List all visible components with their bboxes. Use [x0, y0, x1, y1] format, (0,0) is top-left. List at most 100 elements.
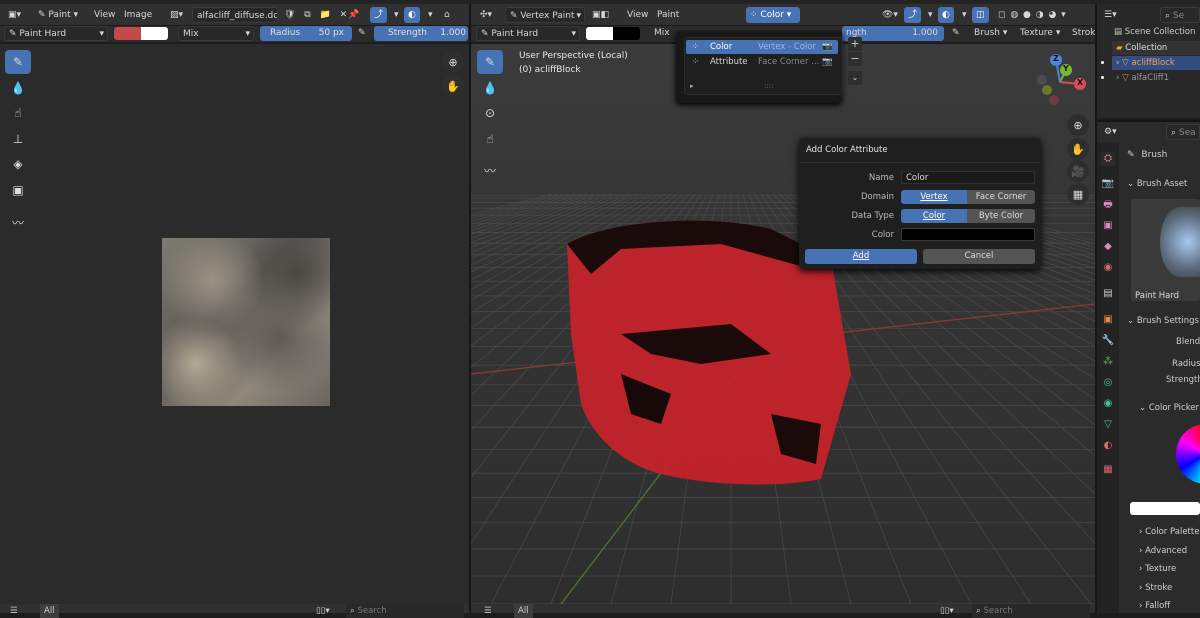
- camera-view-icon[interactable]: 🎥: [1067, 160, 1089, 182]
- navigation-gizmo[interactable]: X Y Z: [1030, 52, 1092, 114]
- viewport-smear-tool[interactable]: ☝: [477, 127, 503, 151]
- viewport-footer-view-icon[interactable]: ▯▯▾: [940, 604, 954, 618]
- ortho-grid-icon[interactable]: ▦: [1067, 183, 1089, 205]
- color-swatch[interactable]: [901, 228, 1035, 241]
- blend-mode-dropdown[interactable]: Mix ▾: [178, 26, 254, 41]
- render-tab-icon[interactable]: 📷: [1101, 177, 1115, 191]
- viewport-blend-dropdown[interactable]: Mix: [650, 26, 674, 41]
- attribute-row-color[interactable]: ⁘ Color Vertex - Color 📷: [686, 40, 838, 54]
- falloff-panel[interactable]: › Falloff: [1139, 601, 1170, 611]
- color-palette-panel[interactable]: › Color Palette: [1139, 527, 1199, 537]
- gizmo-icon[interactable]: ⤴: [904, 7, 922, 23]
- object-row-alfacliff1[interactable]: › ▽ alfaCliff1: [1112, 71, 1200, 85]
- stroke-panel[interactable]: › Stroke: [1139, 583, 1172, 593]
- viewport-view-menu[interactable]: View: [623, 7, 652, 23]
- material-tab-icon[interactable]: ◐: [1101, 439, 1115, 453]
- viewport-3d[interactable]: [471, 44, 1095, 604]
- object-row-acliffblock[interactable]: › ▽ acliffBlock: [1112, 56, 1200, 70]
- view-object-types-icon[interactable]: 👁▾: [878, 7, 902, 23]
- viewport-footer-all[interactable]: All: [514, 604, 533, 618]
- viewport-annotate-tool[interactable]: 〰: [477, 158, 503, 182]
- left-footer-all[interactable]: All: [40, 604, 59, 618]
- viewport-blur-tool[interactable]: 💧: [477, 76, 503, 100]
- left-footer-search[interactable]: ⌕ Search: [346, 604, 464, 618]
- brush-selector[interactable]: ✎ Paint Hard ▾: [4, 26, 108, 41]
- brush-asset-panel[interactable]: ⌄ Brush Asset: [1127, 179, 1187, 189]
- datatype-color-option[interactable]: Color: [901, 209, 967, 223]
- smear-tool[interactable]: ☝: [5, 101, 31, 125]
- pressure-radius-icon[interactable]: ✎: [354, 26, 370, 41]
- draw-tool[interactable]: ✎: [5, 50, 31, 74]
- paint-mode-button[interactable]: ✎ Paint ▾: [34, 7, 82, 23]
- advanced-panel[interactable]: › Advanced: [1139, 546, 1187, 556]
- outliner-display-mode[interactable]: ☰▾: [1100, 7, 1121, 23]
- overlays-dropdown[interactable]: ▾: [958, 7, 971, 23]
- editor-type-button[interactable]: ▣▾: [4, 7, 25, 23]
- particles-tab-icon[interactable]: ⁂: [1101, 355, 1115, 369]
- modifier-tab-icon[interactable]: 🔧: [1101, 334, 1115, 348]
- clone-tool[interactable]: ⊥: [5, 127, 31, 151]
- add-button[interactable]: Add: [805, 249, 917, 264]
- outliner-search[interactable]: ⌕ Se: [1160, 7, 1200, 23]
- viewport-average-tool[interactable]: ⊙: [477, 101, 503, 125]
- image-browse-button[interactable]: ▨▾: [166, 7, 187, 23]
- value-slider[interactable]: [1130, 502, 1200, 515]
- shading-modes[interactable]: ◻ ◍ ● ◑ ◕ ▾: [994, 7, 1071, 23]
- add-attribute-button[interactable]: +: [848, 37, 862, 51]
- viewport-paint-menu[interactable]: Paint: [653, 7, 683, 23]
- overlays-icon[interactable]: ◐: [938, 7, 954, 23]
- datatype-byte-color-option[interactable]: Byte Color: [967, 209, 1035, 223]
- render-camera-icon[interactable]: 📷: [822, 55, 833, 69]
- texture-menu[interactable]: Texture ▾: [1016, 26, 1064, 41]
- left-footer-view-icon[interactable]: ▯▯▾: [316, 604, 330, 618]
- collection-row[interactable]: ▰ Collection: [1112, 41, 1200, 55]
- domain-vertex-option[interactable]: Vertex: [901, 190, 967, 204]
- xray-icon[interactable]: ◫: [972, 7, 989, 23]
- viewport-pressure-icon[interactable]: ✎: [948, 26, 964, 41]
- brush-settings-panel[interactable]: ⌄ Brush Settings: [1127, 316, 1199, 326]
- primary-color-swatch[interactable]: [114, 27, 141, 40]
- paint-mask-icon[interactable]: ⤴: [370, 7, 388, 23]
- image-menu[interactable]: Image: [120, 7, 156, 23]
- tool-tab-icon[interactable]: ⛭: [1101, 152, 1115, 166]
- overlay-dropdown-icon[interactable]: ▾: [424, 7, 437, 23]
- physics-tab-icon[interactable]: ◎: [1101, 376, 1115, 390]
- popup-expand-arrow[interactable]: ▸: [690, 82, 694, 90]
- name-field[interactable]: Color: [901, 171, 1035, 184]
- popup-resize-grip[interactable]: ::::: [764, 82, 773, 90]
- color-picker-panel[interactable]: ⌄ Color Picker: [1139, 403, 1199, 413]
- viewport-pan-icon[interactable]: ✋: [1067, 138, 1089, 160]
- brush-menu[interactable]: Brush ▾: [970, 26, 1011, 41]
- view-layer-tab-icon[interactable]: ▣: [1101, 219, 1115, 233]
- world-tab-icon[interactable]: ◉: [1101, 261, 1115, 275]
- gizmo-toggle-icon[interactable]: ⌂: [440, 7, 454, 23]
- annotate-tool[interactable]: 〰: [5, 210, 31, 234]
- viewport-zoom-icon[interactable]: ⊕: [1067, 114, 1089, 136]
- fill-tool[interactable]: ◈: [5, 152, 31, 176]
- mode-dropdown[interactable]: ✎ Vertex Paint ▾: [505, 7, 585, 23]
- zoom-icon[interactable]: ⊕: [442, 51, 464, 73]
- image-name-field[interactable]: alfacliff_diffuse.dds: [192, 7, 278, 23]
- mask-tool[interactable]: ▣: [5, 178, 31, 202]
- attribute-specials-button[interactable]: ⌄: [848, 71, 862, 85]
- render-camera-icon[interactable]: 📷: [822, 40, 833, 54]
- soften-tool[interactable]: 💧: [5, 76, 31, 100]
- pin-icon[interactable]: 📌: [344, 7, 363, 23]
- properties-search[interactable]: ⌕ Sea: [1166, 124, 1200, 140]
- remove-attribute-button[interactable]: −: [848, 52, 862, 66]
- output-tab-icon[interactable]: 🖶: [1101, 198, 1115, 212]
- properties-editor-type[interactable]: ⚙▾: [1100, 124, 1121, 140]
- overlay-icon[interactable]: ◐: [404, 7, 420, 23]
- left-footer-menu-icon[interactable]: ☰: [10, 604, 18, 618]
- viewport-draw-tool[interactable]: ✎: [477, 50, 503, 74]
- color-attribute-dropdown[interactable]: ⁘ Color ▾: [746, 7, 800, 23]
- viewport-footer-menu-icon[interactable]: ☰: [484, 604, 492, 618]
- view-menu[interactable]: View: [90, 7, 119, 23]
- texture-tab-icon[interactable]: ▦: [1101, 463, 1115, 477]
- viewport-footer-search[interactable]: ⌕ Search: [972, 604, 1090, 618]
- data-tab-icon[interactable]: ▽: [1101, 418, 1115, 432]
- gizmo-dropdown[interactable]: ▾: [924, 7, 937, 23]
- scene-tab-icon[interactable]: ◆: [1101, 240, 1115, 254]
- object-tab-icon[interactable]: ▣: [1101, 313, 1115, 327]
- secondary-color-swatch[interactable]: [141, 27, 168, 40]
